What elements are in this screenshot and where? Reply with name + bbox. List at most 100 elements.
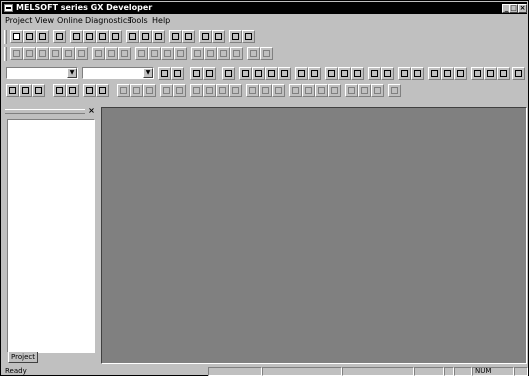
title-bar[interactable]: MELSOFT series GX Developer _ □ × <box>2 2 527 14</box>
print-icon[interactable] <box>53 30 66 43</box>
window-icon[interactable] <box>512 67 525 80</box>
sfc-line-icon[interactable] <box>160 84 173 97</box>
toolbar-grip[interactable] <box>4 47 7 61</box>
sfc-symbol-icon[interactable] <box>19 84 32 97</box>
vline-icon[interactable] <box>105 47 118 60</box>
chevron-down-icon[interactable]: ▼ <box>67 68 77 78</box>
program-select[interactable]: ▼ <box>6 67 78 79</box>
resize-grip[interactable] <box>514 367 528 376</box>
data-select[interactable]: ▼ <box>82 67 154 79</box>
sfc-end-icon[interactable] <box>83 84 96 97</box>
plc-read-icon[interactable] <box>308 67 321 80</box>
menu-online[interactable]: Online <box>57 16 83 26</box>
sfc-horizontal-icon[interactable] <box>203 84 216 97</box>
sfc-parallel-coupling-icon[interactable] <box>259 84 272 97</box>
sfc-div-icon[interactable] <box>117 84 130 97</box>
menu-view[interactable]: View <box>35 16 54 26</box>
app-icon[interactable] <box>4 4 13 12</box>
parallel-rising-icon[interactable] <box>161 47 174 60</box>
coil-icon[interactable] <box>62 47 75 60</box>
device-test-icon[interactable] <box>351 67 364 80</box>
sampling-icon[interactable] <box>441 67 454 80</box>
sfc-dummy-icon[interactable] <box>173 84 186 97</box>
comment-icon[interactable] <box>169 30 182 43</box>
sfc-select-coupling-icon[interactable] <box>229 84 242 97</box>
project-panel-header[interactable]: × <box>3 107 97 117</box>
chevron-down-icon[interactable]: ▼ <box>143 68 153 78</box>
column-2-icon[interactable] <box>484 67 497 80</box>
sfc-move-icon[interactable] <box>371 84 384 97</box>
entry-monitor-icon[interactable] <box>338 67 351 80</box>
sfc-insert-icon[interactable] <box>358 84 371 97</box>
operation-icon[interactable] <box>204 47 217 60</box>
monitor-icon[interactable] <box>199 30 212 43</box>
step-run-icon[interactable] <box>398 67 411 80</box>
invert-icon[interactable] <box>191 47 204 60</box>
instruction-icon[interactable] <box>75 47 88 60</box>
menu-tools[interactable]: Tools <box>128 16 148 26</box>
falling-pulse-icon[interactable] <box>230 47 243 60</box>
skip-icon[interactable] <box>411 67 424 80</box>
ladder-icon[interactable] <box>222 67 235 80</box>
rising-edge-icon[interactable] <box>135 47 148 60</box>
sfc-parallel-icon[interactable] <box>143 84 156 97</box>
device-icon[interactable] <box>190 67 203 80</box>
column-3-icon[interactable] <box>497 67 510 80</box>
read-icon[interactable] <box>242 30 255 43</box>
sfc-comment-icon[interactable] <box>328 84 341 97</box>
find-icon[interactable] <box>139 30 152 43</box>
search-icon[interactable] <box>126 30 139 43</box>
sfc-branch-icon[interactable] <box>96 84 109 97</box>
sfc-zoom-icon[interactable] <box>388 84 401 97</box>
sfc-vertical-icon[interactable] <box>190 84 203 97</box>
read-mode-icon[interactable] <box>239 67 252 80</box>
undo-icon[interactable] <box>109 30 122 43</box>
plc-write-icon[interactable] <box>295 67 308 80</box>
sfc-jump-line-icon[interactable] <box>272 84 285 97</box>
new-icon[interactable] <box>10 30 23 43</box>
sfc-jump-icon[interactable] <box>66 84 79 97</box>
sfc-reset-icon[interactable] <box>302 84 315 97</box>
falling-edge-icon[interactable] <box>148 47 161 60</box>
sfc-block-icon[interactable] <box>289 84 302 97</box>
cut-icon[interactable] <box>70 30 83 43</box>
project-tree[interactable] <box>7 119 95 353</box>
sfc-end-step-icon[interactable] <box>315 84 328 97</box>
paste-icon[interactable] <box>96 30 109 43</box>
monitor-stop-icon[interactable] <box>212 30 225 43</box>
parallel-no-icon[interactable] <box>36 47 49 60</box>
monitor-mode-icon[interactable] <box>265 67 278 80</box>
sfc-icon[interactable] <box>6 84 19 97</box>
sfc-coupling-icon[interactable] <box>130 84 143 97</box>
monitor-write-icon[interactable] <box>278 67 291 80</box>
buffer-icon[interactable] <box>368 67 381 80</box>
contact-no-icon[interactable] <box>10 47 23 60</box>
parallel-falling-icon[interactable] <box>174 47 187 60</box>
hline-icon[interactable] <box>92 47 105 60</box>
menu-diagnostics[interactable]: Diagnostics <box>85 16 131 26</box>
sfc-transition-icon[interactable] <box>32 84 45 97</box>
contact-nc-icon[interactable] <box>23 47 36 60</box>
write-mode-icon[interactable] <box>252 67 265 80</box>
tab-project[interactable]: Project <box>8 352 38 363</box>
copy-icon[interactable] <box>83 30 96 43</box>
menu-help[interactable]: Help <box>152 16 170 26</box>
sfc-step-icon[interactable] <box>53 84 66 97</box>
close-button[interactable]: × <box>518 4 527 13</box>
statement-icon[interactable] <box>182 30 195 43</box>
write-icon[interactable] <box>229 30 242 43</box>
toolbar-grip[interactable] <box>4 30 7 44</box>
delete-drawn-line-icon[interactable] <box>260 47 273 60</box>
save-icon[interactable] <box>36 30 49 43</box>
simulator-icon[interactable] <box>454 67 467 80</box>
partial-run-icon[interactable] <box>428 67 441 80</box>
maximize-button[interactable]: □ <box>509 4 518 13</box>
delete-line-icon[interactable] <box>118 47 131 60</box>
ladder-mode-icon[interactable] <box>171 67 184 80</box>
sfc-parallel-branch-icon[interactable] <box>246 84 259 97</box>
draw-line-icon[interactable] <box>247 47 260 60</box>
column-1-icon[interactable] <box>471 67 484 80</box>
sfc-delete-icon[interactable] <box>345 84 358 97</box>
rising-pulse-icon[interactable] <box>217 47 230 60</box>
close-icon[interactable]: × <box>87 107 96 115</box>
